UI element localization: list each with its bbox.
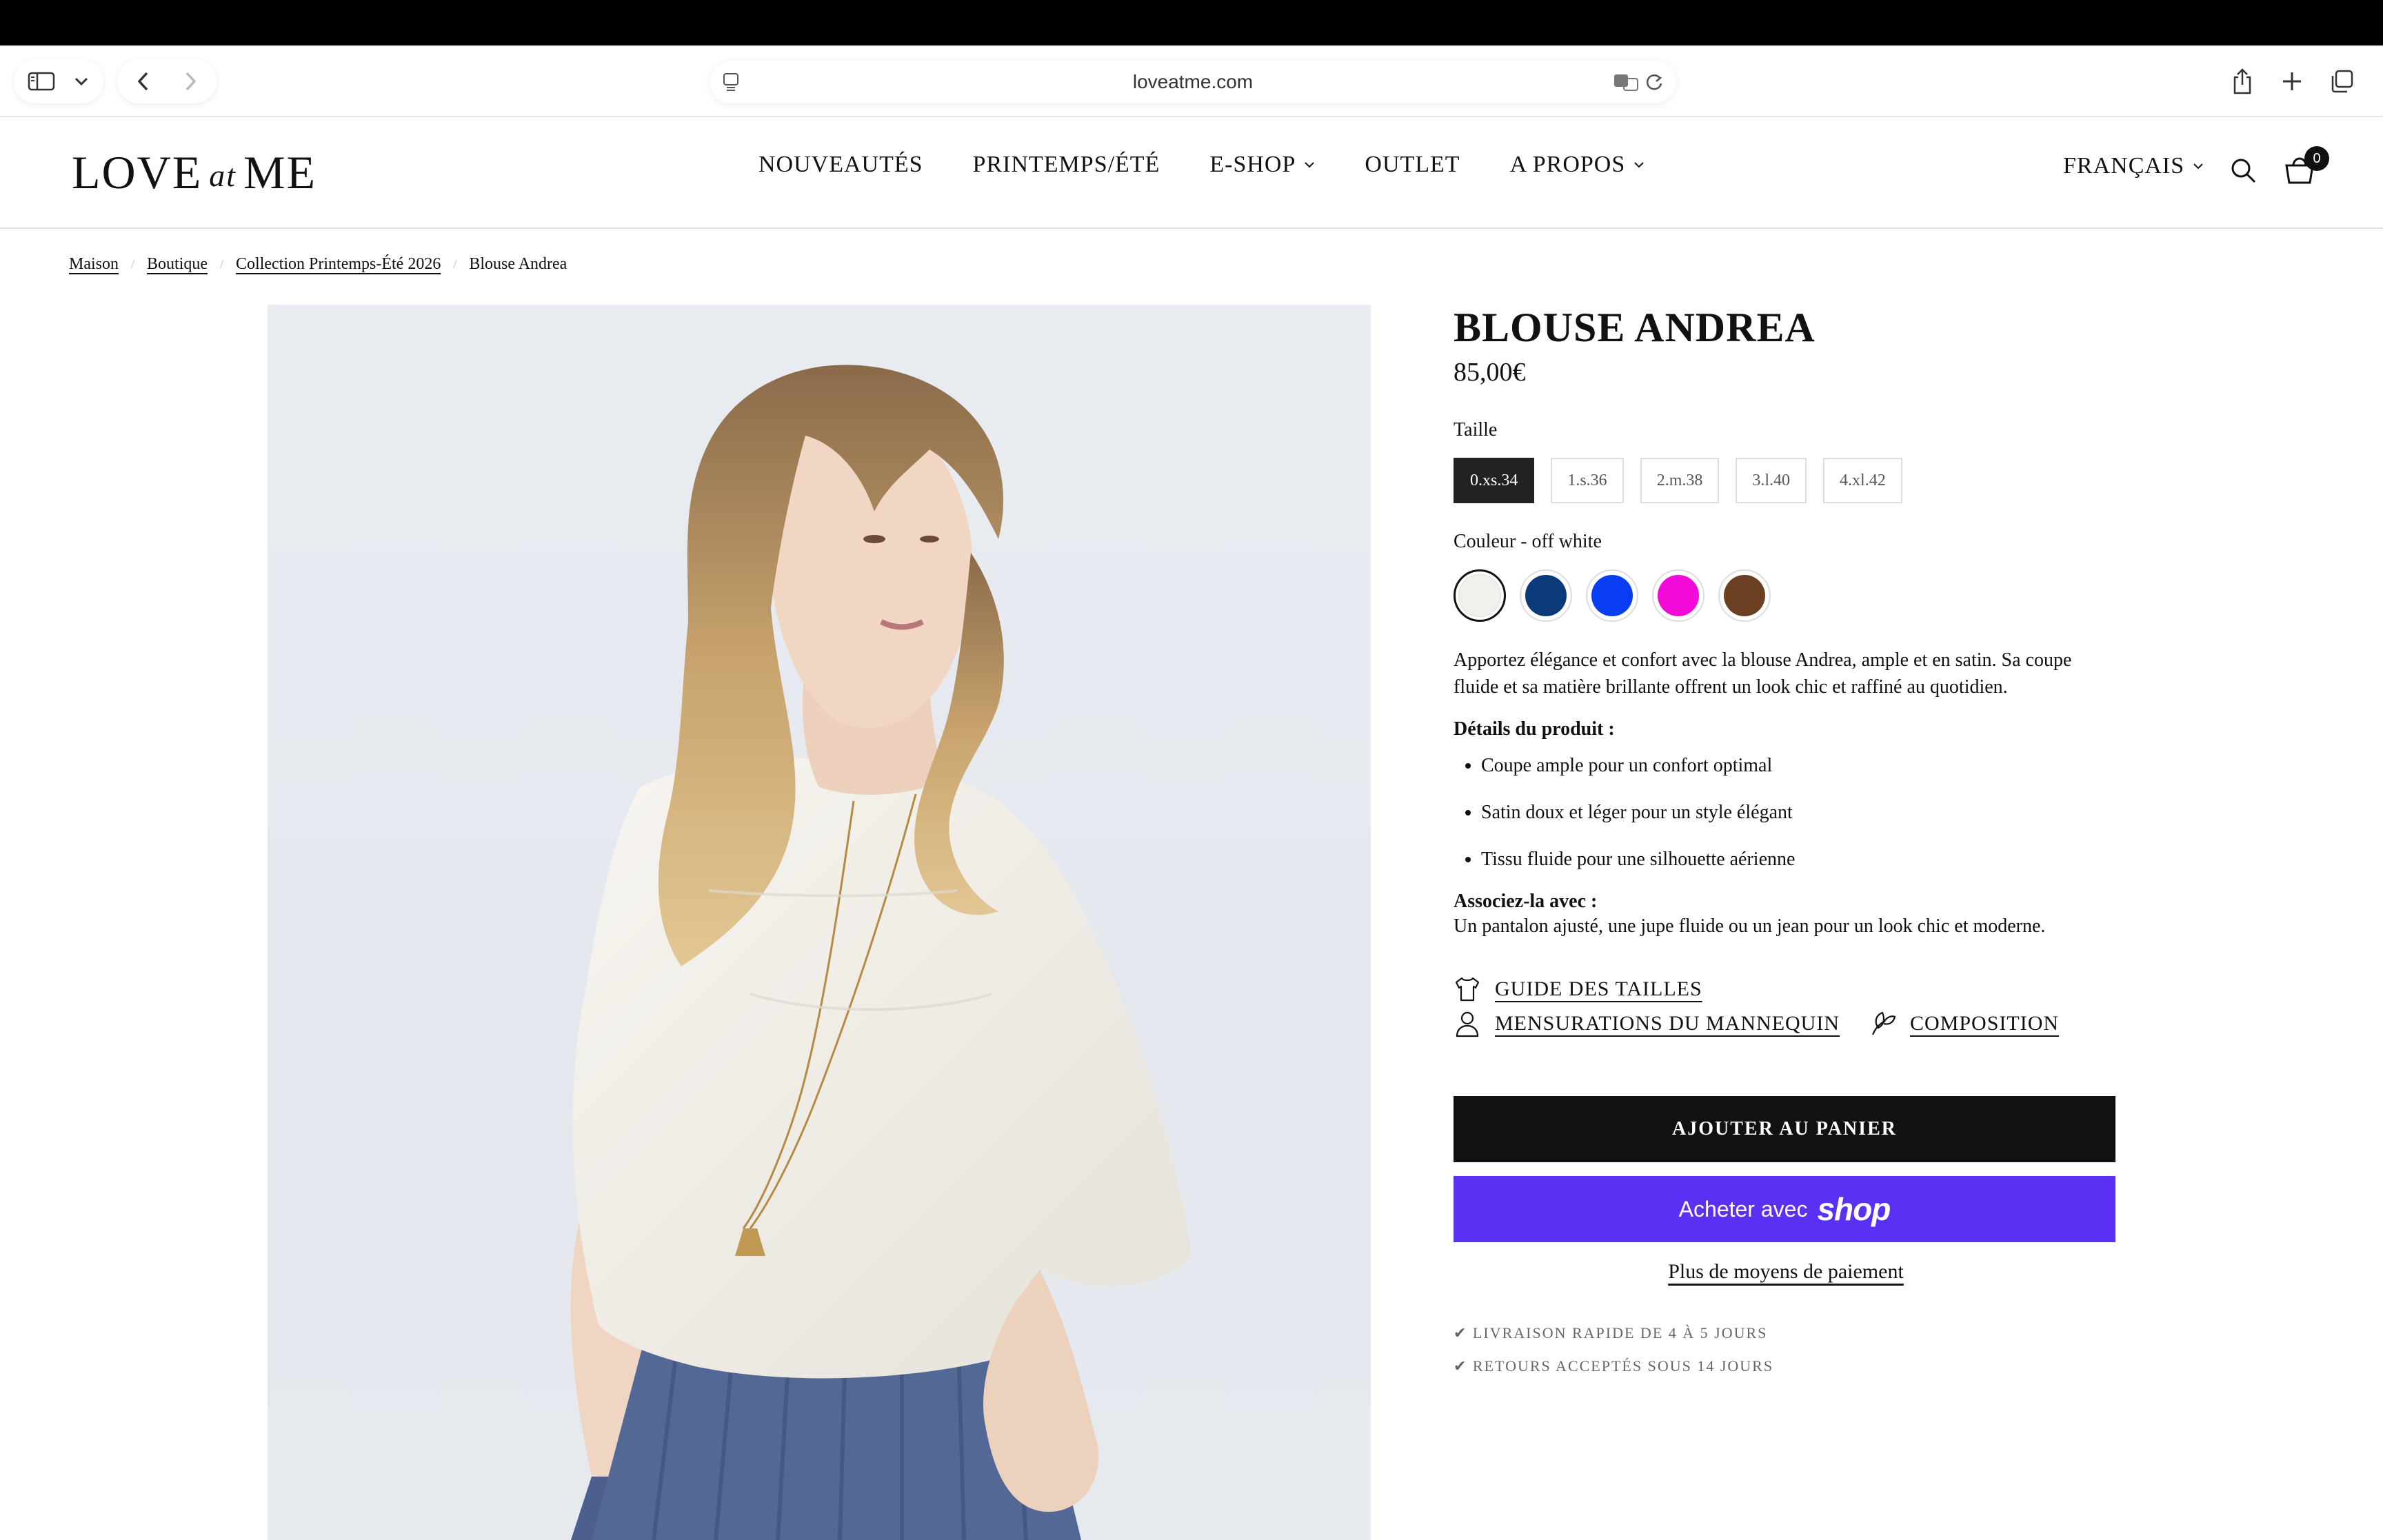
model-measurements-link[interactable]: MENSURATIONS DU MANNEQUIN — [1454, 1010, 1840, 1037]
browser-toolbar: loveatme.com — [0, 45, 2383, 117]
size-guide-label: GUIDE DES TAILLES — [1495, 977, 1702, 1000]
composition-label: COMPOSITION — [1910, 1012, 2060, 1035]
breadcrumb-item-collection[interactable]: Collection Printemps-Été 2026 — [236, 255, 441, 274]
nav-item-a-propos[interactable]: A PROPOS — [1510, 152, 1645, 178]
language-label: FRANÇAIS — [2063, 153, 2185, 179]
color-swatch-magenta[interactable] — [1652, 569, 1705, 622]
swatch-fill — [1591, 575, 1633, 616]
system-menu-bar — [0, 0, 2383, 45]
breadcrumb-current: Blouse Andrea — [469, 255, 567, 273]
search-icon[interactable] — [2227, 154, 2259, 186]
breadcrumb-separator: / — [131, 257, 135, 271]
size-option-l-40[interactable]: 3.l.40 — [1736, 458, 1807, 503]
shop-pay-logo: shop — [1817, 1191, 1891, 1227]
logo-left: LOVE — [72, 145, 203, 199]
brand-logo[interactable]: LOVE at ME — [72, 145, 316, 200]
composition-link[interactable]: COMPOSITION — [1869, 1010, 2059, 1037]
swatch-fill — [1458, 574, 1501, 617]
chevron-down-icon — [1305, 162, 1315, 168]
model-measurements-label: MENSURATIONS DU MANNEQUIN — [1495, 1012, 1840, 1035]
forward-arrow-icon[interactable] — [178, 69, 203, 94]
main-nav: NOUVEAUTÉS PRINTEMPS/ÉTÉ E-SHOP OUTLET A… — [758, 152, 1645, 178]
guarantees: ✔ LIVRAISON RAPIDE DE 4 À 5 JOURS ✔ RETO… — [1454, 1317, 2118, 1383]
logo-right: ME — [243, 145, 317, 199]
breadcrumb-item-maison[interactable]: Maison — [69, 255, 119, 274]
nav-label: A PROPOS — [1509, 152, 1626, 177]
product-price: 85,00€ — [1454, 358, 1526, 387]
breadcrumb-separator: / — [220, 257, 224, 271]
translate-icon[interactable] — [1611, 70, 1641, 94]
color-swatch-brown[interactable] — [1718, 569, 1771, 622]
size-options: 0.xs.34 1.s.36 2.m.38 3.l.40 4.xl.42 — [1454, 458, 2118, 503]
model-illustration — [570, 365, 1192, 1540]
color-swatch-off-white[interactable] — [1454, 569, 1506, 622]
color-swatches — [1454, 569, 2118, 622]
sidebar-icon[interactable] — [25, 69, 58, 94]
nav-item-printemps-ete[interactable]: PRINTEMPS/ÉTÉ — [973, 152, 1160, 178]
tab-overview-icon[interactable] — [2326, 66, 2357, 97]
color-swatch-navy[interactable] — [1520, 569, 1572, 622]
more-payment-link[interactable]: Plus de moyens de paiement — [1668, 1260, 1904, 1283]
cart-count: 0 — [2313, 150, 2321, 166]
nav-label: PRINTEMPS/ÉTÉ — [972, 152, 1160, 177]
breadcrumb-item-boutique[interactable]: Boutique — [147, 255, 208, 274]
cart-count-badge: 0 — [2304, 146, 2329, 171]
info-links: GUIDE DES TAILLES MENSURATIONS DU MANNEQ… — [1454, 972, 2118, 1041]
chevron-down-icon — [2193, 163, 2203, 170]
size-option-s-36[interactable]: 1.s.36 — [1551, 458, 1624, 503]
add-to-cart-button[interactable]: AJOUTER AU PANIER — [1454, 1096, 2115, 1162]
list-item: Coupe ample pour un confort optimal — [1481, 754, 2118, 778]
reload-icon[interactable] — [1641, 70, 1669, 94]
chevron-down-icon — [1634, 162, 1644, 168]
product-title: BLOUSE ANDREA — [1454, 305, 1816, 350]
nav-label: OUTLET — [1365, 152, 1460, 177]
nav-item-outlet[interactable]: OUTLET — [1365, 152, 1460, 178]
swatch-fill — [1724, 575, 1765, 616]
nav-item-nouveautes[interactable]: NOUVEAUTÉS — [758, 152, 923, 178]
shop-pay-button[interactable]: Acheter avec shop — [1454, 1176, 2115, 1242]
color-swatch-blue[interactable] — [1586, 569, 1638, 622]
swatch-fill — [1525, 575, 1567, 616]
guarantee-delivery: ✔ LIVRAISON RAPIDE DE 4 À 5 JOURS — [1454, 1324, 1768, 1341]
breadcrumb-separator: / — [453, 257, 457, 271]
pair-title: Associez-la avec : — [1454, 891, 1598, 912]
guarantee-returns: ✔ RETOURS ACCEPTÉS SOUS 14 JOURS — [1454, 1357, 1774, 1375]
history-nav-group — [117, 59, 217, 103]
share-icon[interactable] — [2227, 66, 2258, 97]
size-option-m-38[interactable]: 2.m.38 — [1640, 458, 1720, 503]
size-option-xl-42[interactable]: 4.xl.42 — [1823, 458, 1902, 503]
list-item: Tissu fluide pour une silhouette aérienn… — [1481, 848, 2118, 871]
person-icon — [1456, 1011, 1479, 1037]
logo-at: at — [209, 157, 237, 193]
details-title: Détails du produit : — [1454, 718, 1615, 740]
url-text: loveatme.com — [1132, 71, 1254, 92]
nav-label: NOUVEAUTÉS — [758, 152, 923, 177]
breadcrumb: Maison / Boutique / Collection Printemps… — [69, 255, 567, 274]
size-label: Taille — [1454, 419, 1498, 440]
more-payment-options: Plus de moyens de paiement — [1454, 1260, 2118, 1284]
language-selector[interactable]: FRANÇAIS — [2063, 153, 2204, 179]
color-label: Couleur - off white — [1454, 531, 1602, 552]
info-links-row: MENSURATIONS DU MANNEQUIN COMPOSITION — [1454, 1006, 2118, 1041]
site-header: LOVE at ME NOUVEAUTÉS PRINTEMPS/ÉTÉ E-SH… — [0, 117, 2383, 229]
shop-pay-prefix: Acheter avec — [1678, 1196, 1808, 1222]
chevron-down-icon[interactable] — [69, 69, 94, 94]
new-tab-icon[interactable] — [2277, 66, 2307, 97]
pair-text: Un pantalon ajusté, une jupe fluide ou u… — [1454, 915, 2046, 937]
address-bar[interactable]: loveatme.com — [710, 61, 1676, 103]
size-guide-link[interactable]: GUIDE DES TAILLES — [1454, 972, 2118, 1006]
details-list: Coupe ample pour un confort optimal Sati… — [1454, 754, 2118, 871]
product-description: Apportez élégance et confort avec la blo… — [1454, 649, 2072, 698]
size-option-xs-34[interactable]: 0.xs.34 — [1454, 458, 1535, 503]
product-info: BLOUSE ANDREA 85,00€ Taille 0.xs.34 1.s.… — [1454, 303, 2118, 1383]
swatch-fill — [1658, 575, 1699, 616]
back-arrow-icon[interactable] — [131, 69, 156, 94]
tshirt-icon — [1455, 977, 1480, 1002]
nav-item-e-shop[interactable]: E-SHOP — [1209, 152, 1315, 178]
product-photo[interactable] — [268, 305, 1371, 1540]
sidebar-toggle-group — [14, 59, 103, 103]
leaf-icon — [1871, 1011, 1896, 1035]
nav-label: E-SHOP — [1209, 152, 1296, 177]
list-item: Satin doux et léger pour un style élégan… — [1481, 801, 2118, 824]
